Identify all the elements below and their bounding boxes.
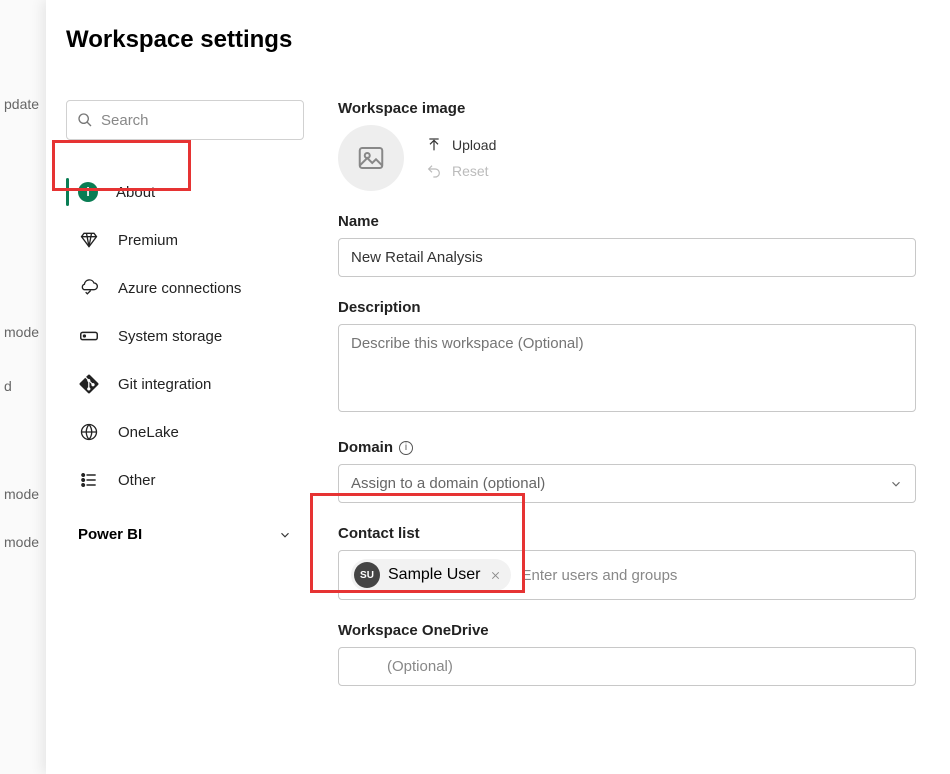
onedrive-block: Workspace OneDrive [338,622,916,686]
nav-item-about[interactable]: i About [66,168,304,216]
domain-placeholder: Assign to a domain (optional) [351,475,545,492]
domain-label: Domain i [338,439,916,456]
description-block: Description [338,299,916,417]
nav-item-storage[interactable]: System storage [66,312,304,360]
nav-label: Premium [118,232,178,249]
nav-label: Git integration [118,376,211,393]
nav-label: Azure connections [118,280,241,297]
contact-list-input[interactable]: SU Sample User [338,550,916,600]
reset-button: Reset [426,163,496,179]
contact-chip: SU Sample User [351,559,511,591]
contact-input[interactable] [521,567,903,584]
chevron-down-icon [278,528,292,542]
reset-label: Reset [452,163,489,179]
name-label: Name [338,213,916,230]
onelake-icon [78,421,100,443]
nav-label: OneLake [118,424,179,441]
workspace-image-label: Workspace image [338,100,916,117]
bg-item: mode [0,470,46,518]
git-icon [78,373,100,395]
nav-item-other[interactable]: Other [66,456,304,504]
contact-list-block: Contact list SU Sample User [338,525,916,600]
search-input[interactable] [66,100,304,140]
diamond-icon [78,229,100,251]
name-block: Name [338,213,916,277]
settings-panel: Workspace settings i About Premium [46,0,950,774]
nav-label: Other [118,472,156,489]
domain-block: Domain i Assign to a domain (optional) [338,439,916,503]
description-label: Description [338,299,916,316]
description-input[interactable] [338,324,916,412]
bg-item: pdate [0,80,46,128]
onedrive-input[interactable] [338,647,916,686]
info-icon: i [399,441,413,455]
other-icon [78,469,100,491]
right-column: Workspace image Upload Reset [338,100,916,708]
background-column: pdate mode d mode mode [0,0,46,774]
nav-item-git[interactable]: Git integration [66,360,304,408]
upload-button[interactable]: Upload [426,137,496,153]
nav-item-premium[interactable]: Premium [66,216,304,264]
settings-nav: i About Premium Azure connections [66,168,304,543]
storage-icon [78,325,100,347]
page-title: Workspace settings [46,0,950,54]
info-icon: i [78,182,98,202]
bg-item: mode [0,518,46,566]
search-icon [77,112,93,128]
undo-icon [426,163,442,179]
cloud-icon [78,277,100,299]
left-column: i About Premium Azure connections [66,100,304,708]
remove-chip-icon[interactable] [488,570,503,581]
nav-label: System storage [118,328,222,345]
upload-icon [426,137,442,153]
chip-name: Sample User [388,566,480,584]
bg-item: d [0,362,46,410]
avatar: SU [354,562,380,588]
name-input[interactable] [338,238,916,277]
contact-list-label: Contact list [338,525,916,542]
section-label: Power BI [78,526,142,543]
nav-item-azure[interactable]: Azure connections [66,264,304,312]
bg-item: mode [0,308,46,356]
domain-select[interactable]: Assign to a domain (optional) [338,464,916,503]
onedrive-label: Workspace OneDrive [338,622,916,639]
chevron-down-icon [889,477,903,491]
nav-item-onelake[interactable]: OneLake [66,408,304,456]
workspace-image-block: Workspace image Upload Reset [338,100,916,191]
upload-label: Upload [452,137,496,153]
nav-section-powerbi[interactable]: Power BI [66,504,304,543]
image-placeholder [338,125,404,191]
search-field[interactable] [93,112,293,129]
nav-label: About [116,184,155,201]
